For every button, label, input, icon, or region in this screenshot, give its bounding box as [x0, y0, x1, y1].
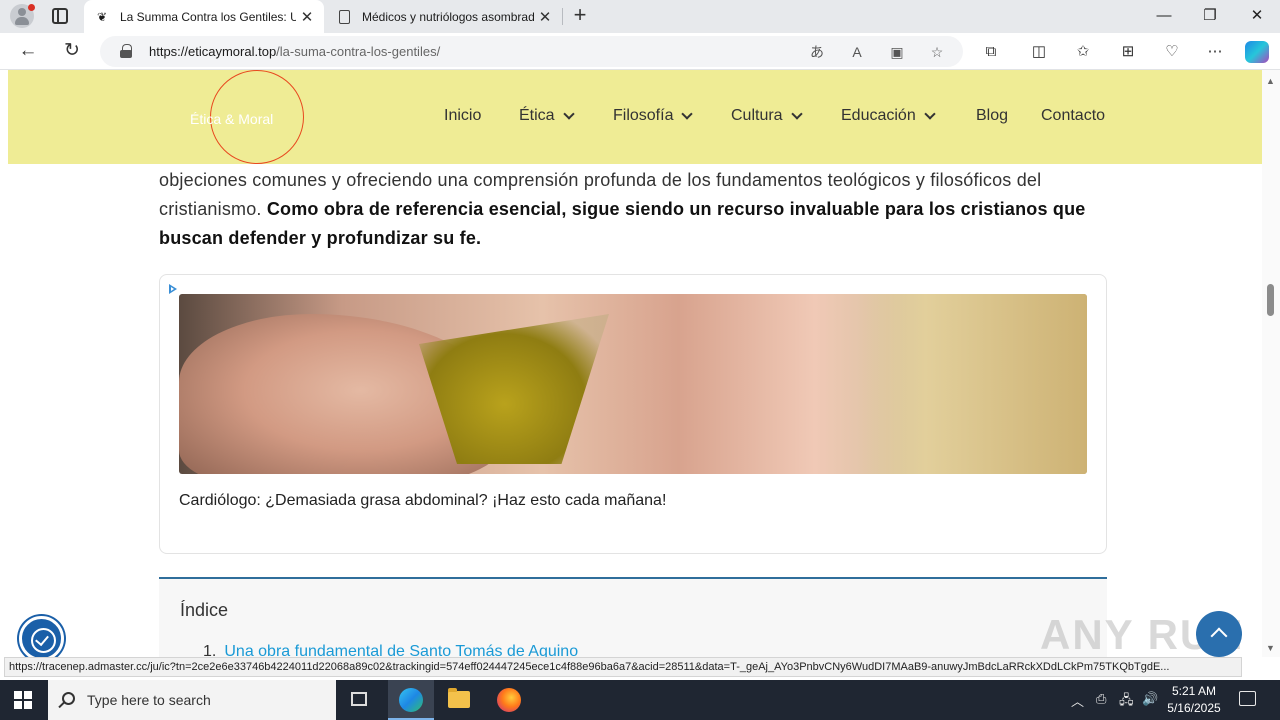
ethics-logo-icon: ❦ — [96, 9, 108, 24]
menu-contacto[interactable]: Contacto — [1041, 107, 1105, 125]
ad-card[interactable]: Cardiólogo: ¿Demasiada grasa abdominal? … — [159, 274, 1107, 554]
adchoices-icon[interactable] — [168, 284, 179, 295]
table-of-contents: Índice 1. Una obra fundamental de Santo T… — [159, 577, 1107, 657]
ad-image-hair — [857, 294, 1087, 474]
network-icon[interactable]: 🖧 — [1119, 691, 1134, 713]
volume-icon[interactable]: 🔊 — [1142, 691, 1158, 707]
menu-etica[interactable]: Ética — [519, 107, 575, 125]
read-aloud-icon[interactable]: A — [847, 42, 867, 62]
chevron-down-icon — [790, 107, 803, 120]
document-icon — [336, 9, 352, 25]
lock-icon[interactable] — [120, 44, 132, 58]
more-menu-icon[interactable]: ⋯ — [1204, 41, 1226, 63]
favorites-icon[interactable]: ✩ — [1072, 41, 1094, 63]
notification-icon[interactable] — [1239, 691, 1256, 706]
back-icon[interactable]: ← — [16, 39, 40, 63]
taskbar: Type here to search ︿ ⎙ 🖧 🔊 5:21 AM 5/16… — [0, 680, 1280, 720]
chevron-down-icon — [924, 107, 936, 120]
tab-strip: ❦ La Summa Contra los Gentiles: U ✕ Médi… — [0, 0, 1280, 33]
page-scrollbar[interactable]: ▲ ▼ — [1262, 70, 1280, 657]
tab-title: Médicos y nutriólogos asombrad — [362, 9, 534, 24]
tab-actions-icon[interactable] — [52, 8, 68, 24]
scroll-up-icon[interactable]: ▲ — [1266, 76, 1275, 86]
site-logo[interactable]: Ética & Moral — [190, 111, 273, 127]
site-header: Ética & Moral Inicio Ética Filosofía Cul… — [8, 70, 1262, 164]
edge-icon — [399, 688, 423, 712]
close-window-icon[interactable]: ✕ — [1247, 6, 1267, 26]
extensions-icon[interactable]: ⧉ — [980, 41, 1002, 63]
firefox-icon — [497, 688, 521, 712]
article-paragraph: objeciones comunes y ofreciendo una comp… — [159, 170, 1086, 248]
address-bar[interactable]: https://eticaymoral.top/la-suma-contra-l… — [100, 36, 963, 67]
chevron-up-icon[interactable]: ︿ — [1071, 691, 1084, 710]
browser-essentials-icon[interactable]: ♡ — [1161, 41, 1183, 63]
menu-inicio[interactable]: Inicio — [444, 107, 481, 125]
refresh-icon[interactable]: ↻ — [60, 39, 84, 63]
split-screen-icon[interactable]: ◫ — [1028, 41, 1050, 63]
firefox-taskbar-button[interactable] — [486, 680, 532, 720]
clock-date: 5/16/2025 — [1167, 701, 1221, 715]
accessibility-icon[interactable] — [19, 616, 64, 657]
task-view-button[interactable] — [336, 680, 382, 720]
chevron-down-icon — [562, 107, 575, 120]
ad-caption[interactable]: Cardiólogo: ¿Demasiada grasa abdominal? … — [179, 492, 666, 510]
file-explorer-button[interactable] — [436, 680, 482, 720]
windows-start-icon[interactable] — [14, 691, 32, 709]
close-tab-icon[interactable]: ✕ — [296, 8, 318, 26]
page-viewport: Ética & Moral Inicio Ética Filosofía Cul… — [0, 70, 1262, 657]
tab-title: La Summa Contra los Gentiles: U — [120, 9, 296, 24]
tab-active[interactable]: ❦ La Summa Contra los Gentiles: U ✕ — [84, 0, 324, 33]
taskbar-search-box[interactable]: Type here to search — [48, 680, 336, 720]
clock-time: 5:21 AM — [1171, 684, 1217, 698]
toc-title: Índice — [180, 600, 229, 620]
scroll-down-icon[interactable]: ▼ — [1266, 643, 1275, 653]
close-tab-icon[interactable]: ✕ — [534, 8, 556, 26]
menu-educacion[interactable]: Educación — [841, 107, 936, 125]
favorite-star-icon[interactable]: ☆ — [927, 42, 947, 62]
minimize-icon[interactable]: — — [1154, 6, 1174, 26]
tab-inactive[interactable]: Médicos y nutriólogos asombrad ✕ — [326, 0, 562, 33]
device-icon[interactable]: ⎙ — [1096, 691, 1106, 707]
clock[interactable]: 5:21 AM 5/16/2025 — [1166, 683, 1222, 717]
new-tab-icon[interactable]: + — [568, 4, 592, 28]
folder-icon — [448, 688, 470, 708]
restore-icon[interactable]: ❐ — [1200, 6, 1220, 26]
collections-icon[interactable]: ⊞ — [1117, 41, 1139, 63]
scrollbar-thumb[interactable] — [1267, 284, 1274, 316]
ad-image[interactable] — [179, 294, 1087, 474]
search-icon — [62, 692, 75, 705]
menu-cultura[interactable]: Cultura — [731, 107, 803, 125]
search-placeholder: Type here to search — [87, 692, 211, 708]
url-text[interactable]: https://eticaymoral.top/la-suma-contra-l… — [149, 44, 440, 59]
menu-filosofia[interactable]: Filosofía — [613, 107, 694, 125]
browser-toolbar: ← ↻ https://eticaymoral.top/la-suma-cont… — [0, 33, 1280, 70]
notification-dot — [28, 4, 35, 11]
translate-icon[interactable]: あ — [807, 42, 827, 62]
toc-item: 1. Una obra fundamental de Santo Tomás de… — [203, 643, 578, 657]
menu-blog[interactable]: Blog — [976, 107, 1008, 125]
immersive-reader-icon[interactable]: ▣ — [887, 42, 907, 62]
toc-link[interactable]: Una obra fundamental de Santo Tomás de A… — [224, 643, 578, 657]
tab-separator — [562, 8, 563, 25]
chevron-down-icon — [681, 107, 694, 120]
task-view-icon — [351, 692, 367, 706]
scroll-to-top-button[interactable] — [1196, 611, 1242, 657]
edge-taskbar-button[interactable] — [388, 680, 434, 720]
status-bar-url: https://tracenep.admaster.cc/ju/ic?tn=2c… — [4, 657, 1242, 677]
copilot-icon[interactable] — [1245, 41, 1269, 63]
